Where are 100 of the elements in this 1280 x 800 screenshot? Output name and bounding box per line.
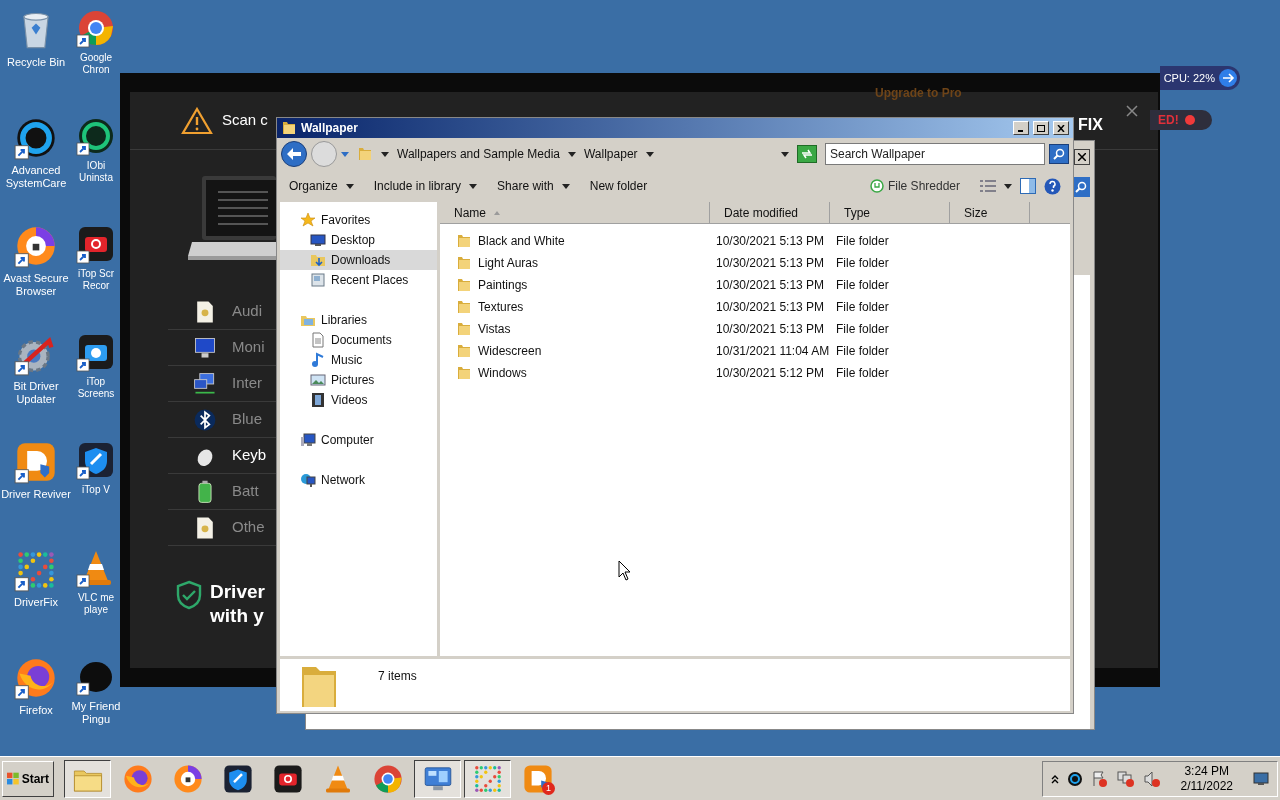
desktop-icon[interactable] bbox=[76, 116, 116, 156]
column-header[interactable]: Name bbox=[440, 202, 710, 223]
promo-text: with y bbox=[210, 604, 265, 628]
nav-item[interactable]: Desktop bbox=[280, 230, 437, 250]
nav-item[interactable]: Computer bbox=[280, 430, 437, 450]
desktop-icon[interactable] bbox=[14, 116, 58, 160]
record-app-icon bbox=[271, 762, 304, 795]
nav-item[interactable]: Network bbox=[280, 470, 437, 490]
folder-icon bbox=[310, 252, 326, 268]
type-cell-text: File folder bbox=[835, 277, 890, 294]
desktop-icon-label: VLC me playe bbox=[76, 592, 116, 616]
toolbar-button[interactable]: Include in library bbox=[373, 174, 478, 198]
address-bar[interactable]: Wallpapers and Sample Media Wallpaper bbox=[353, 142, 793, 166]
nav-item[interactable]: Pictures bbox=[280, 370, 437, 390]
taskbar-button[interactable]: 1 bbox=[514, 759, 561, 798]
shredder-button[interactable]: File Shredder bbox=[869, 177, 960, 195]
column-header[interactable]: Size bbox=[950, 202, 1030, 223]
breadcrumb-item[interactable]: Wallpapers and Sample Media bbox=[397, 145, 560, 163]
desktop-icon-label: Driver Reviver bbox=[1, 488, 71, 501]
maximize-icon bbox=[1037, 124, 1045, 132]
category-row[interactable]: Batt bbox=[168, 474, 276, 510]
date-cell-text: 10/30/2021 5:13 PM bbox=[715, 299, 826, 316]
desktop-icon-label: iTop Scr Recor bbox=[76, 268, 116, 292]
file-row[interactable]: Black and White 10/30/2021 5:13 PM File folder bbox=[440, 230, 1070, 252]
ring-logo-icon[interactable] bbox=[1066, 770, 1083, 787]
desktop-icon[interactable] bbox=[76, 440, 116, 480]
file-row[interactable]: Paintings 10/30/2021 5:13 PM File folder bbox=[440, 274, 1070, 296]
toolbar-button[interactable]: New folder bbox=[589, 174, 648, 198]
category-row[interactable]: Audi bbox=[168, 294, 276, 330]
view-options-icon[interactable] bbox=[980, 180, 996, 192]
column-header[interactable]: Type bbox=[830, 202, 950, 223]
chevron-up-icon[interactable] bbox=[1050, 773, 1059, 784]
mouse-cursor-icon bbox=[618, 560, 631, 581]
desktop-icon[interactable] bbox=[14, 224, 58, 268]
nav-item[interactable]: Music bbox=[280, 350, 437, 370]
minimize-button[interactable] bbox=[1013, 121, 1029, 135]
computer-icon bbox=[300, 432, 316, 448]
search-icon bbox=[1075, 181, 1087, 193]
close-icon[interactable] bbox=[1126, 105, 1138, 117]
file-row[interactable]: Vistas 10/30/2021 5:13 PM File folder bbox=[440, 318, 1070, 340]
start-button[interactable]: Start bbox=[2, 760, 54, 797]
windows-logo-icon bbox=[7, 771, 20, 786]
category-row[interactable]: Moni bbox=[168, 330, 276, 366]
desktop-icon[interactable] bbox=[76, 224, 116, 264]
nav-item[interactable]: Videos bbox=[280, 390, 437, 410]
caret-icon bbox=[1004, 183, 1012, 189]
nav-item[interactable]: Downloads bbox=[280, 250, 437, 270]
column-header[interactable]: Date modified bbox=[710, 202, 830, 223]
desktop-icon-label: Advanced SystemCare bbox=[4, 164, 68, 190]
app-logo: FIX bbox=[1078, 115, 1103, 135]
back-button[interactable] bbox=[281, 141, 307, 167]
show-desktop-icon[interactable] bbox=[1253, 771, 1269, 786]
close-button[interactable] bbox=[1074, 149, 1090, 165]
type-cell-text: File folder bbox=[835, 233, 890, 250]
refresh-button[interactable] bbox=[797, 145, 817, 163]
preview-pane-icon[interactable] bbox=[1020, 178, 1036, 194]
close-icon bbox=[1078, 153, 1086, 161]
search-button[interactable] bbox=[1049, 144, 1069, 164]
file-row[interactable]: Windows 10/30/2021 5:12 PM File folder bbox=[440, 362, 1070, 384]
toolbar-button[interactable]: Share with bbox=[497, 174, 570, 198]
category-row[interactable]: Othe bbox=[168, 510, 276, 546]
flag-error-icon[interactable] bbox=[1090, 769, 1109, 788]
item-count: 7 items bbox=[378, 668, 417, 685]
folder-icon bbox=[456, 277, 472, 293]
file-row[interactable]: Widescreen 10/31/2021 11:04 AM File folder bbox=[440, 340, 1070, 362]
category-row[interactable]: Inter bbox=[168, 366, 276, 402]
toolbar-button[interactable]: Organize bbox=[289, 174, 354, 198]
cpu-widget[interactable]: CPU: 22% bbox=[1160, 66, 1240, 90]
nav-item[interactable]: Favorites bbox=[280, 210, 437, 230]
nav-item[interactable]: Documents bbox=[280, 330, 437, 350]
close-icon bbox=[1057, 124, 1065, 132]
date-cell-text: 10/30/2021 5:13 PM bbox=[715, 321, 826, 338]
nav-item[interactable]: Libraries bbox=[280, 310, 437, 330]
network-error-icon[interactable] bbox=[1116, 769, 1135, 788]
file-name: Light Auras bbox=[478, 255, 539, 272]
shredder-icon bbox=[869, 179, 884, 193]
maximize-button[interactable] bbox=[1033, 121, 1049, 135]
window-title: Wallpaper bbox=[301, 120, 359, 137]
file-row[interactable]: Textures 10/30/2021 5:13 PM File folder bbox=[440, 296, 1070, 318]
type-cell-text: File folder bbox=[835, 343, 890, 360]
ring-logo-icon bbox=[371, 762, 404, 795]
category-row[interactable]: Blue bbox=[168, 402, 276, 438]
search-field[interactable]: Search Wallpaper bbox=[825, 143, 1045, 165]
nav-item[interactable]: Recent Places bbox=[280, 270, 437, 290]
desktop-icon[interactable] bbox=[14, 656, 58, 700]
desktop-icon-label: My Friend Pingu bbox=[70, 700, 122, 726]
taskbar-button[interactable] bbox=[464, 759, 511, 798]
caret-icon bbox=[469, 183, 478, 189]
desktop-icon[interactable] bbox=[76, 332, 116, 372]
breadcrumb-item[interactable]: Wallpaper bbox=[584, 145, 638, 163]
folder-icon bbox=[357, 146, 373, 162]
desktop-icon-label: Recycle Bin bbox=[5, 56, 67, 69]
file-row[interactable]: Light Auras 10/30/2021 5:13 PM File folder bbox=[440, 252, 1070, 274]
speaker-muted-icon[interactable] bbox=[1142, 769, 1161, 788]
taskbar-button[interactable] bbox=[64, 759, 111, 798]
flame-logo-icon bbox=[14, 656, 58, 700]
caret-icon bbox=[645, 151, 654, 157]
clock[interactable]: 3:24 PM 2/11/2022 bbox=[1180, 763, 1233, 794]
help-icon[interactable] bbox=[1044, 177, 1061, 195]
taskbar-button[interactable] bbox=[414, 759, 461, 798]
